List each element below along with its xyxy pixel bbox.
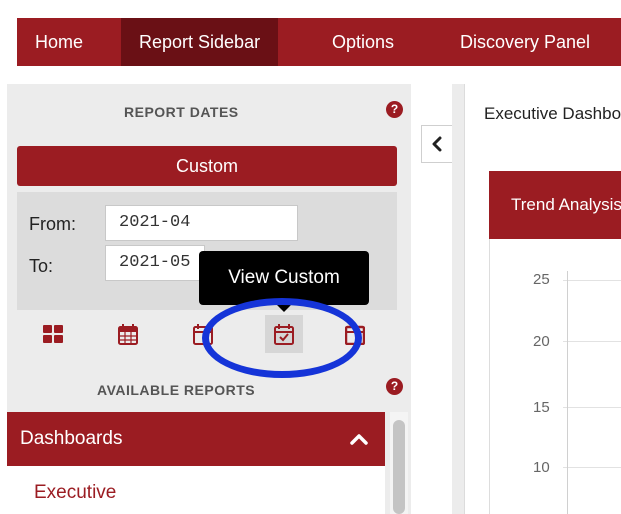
collapse-sidebar-button[interactable] xyxy=(421,125,452,163)
nav-report-sidebar[interactable]: Report Sidebar xyxy=(121,18,279,66)
dashboard-title: Executive Dashboard xyxy=(484,104,621,123)
annotation-circle xyxy=(202,298,362,378)
nav-home[interactable]: Home xyxy=(17,18,101,66)
report-item-executive[interactable]: Executive xyxy=(7,466,385,514)
from-date-input[interactable]: 2021-04 xyxy=(105,205,298,241)
to-date-input[interactable]: 2021-05 xyxy=(105,245,205,281)
report-dates-title: REPORT DATES xyxy=(124,104,239,120)
scrollbar-thumb[interactable] xyxy=(393,420,405,514)
to-label: To: xyxy=(29,256,54,276)
nav-options[interactable]: Options xyxy=(314,18,412,66)
calendar-month-icon[interactable] xyxy=(109,315,147,353)
tooltip: View Custom xyxy=(199,251,369,305)
trend-card-header: Trend Analysis xyxy=(489,171,621,239)
y-tick-label: 10 xyxy=(533,459,550,476)
grid-line xyxy=(563,341,621,342)
dashboards-label: Dashboards xyxy=(20,428,123,449)
dashboards-group-header[interactable]: Dashboards xyxy=(7,412,385,466)
help-icon[interactable]: ? xyxy=(386,101,403,118)
nav-discovery-panel[interactable]: Discovery Panel xyxy=(442,18,608,66)
grid-line xyxy=(563,467,621,468)
y-axis xyxy=(567,271,568,514)
y-tick-label: 25 xyxy=(533,271,550,288)
chevron-up-icon xyxy=(350,434,368,445)
top-nav: Home Report Sidebar Options Discovery Pa… xyxy=(17,18,621,66)
grid-line xyxy=(563,280,621,281)
grid-line xyxy=(563,407,621,408)
chevron-left-icon xyxy=(432,136,442,152)
y-tick-label: 15 xyxy=(533,399,550,416)
date-range-custom-button[interactable]: Custom xyxy=(17,146,397,186)
y-tick-label: 20 xyxy=(533,333,550,350)
reports-scrollbar[interactable] xyxy=(390,412,408,514)
available-reports-title: AVAILABLE REPORTS xyxy=(97,382,256,398)
dashboard-grid-icon[interactable] xyxy=(34,315,72,353)
help-icon[interactable]: ? xyxy=(386,378,403,395)
from-label: From: xyxy=(29,214,76,234)
